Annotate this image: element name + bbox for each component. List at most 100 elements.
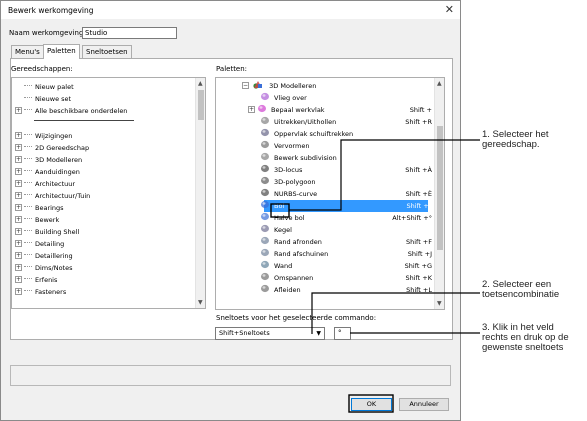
expand-icon[interactable]: + [15,156,22,163]
palettes-tree[interactable]: − 3D Modelleren Vlieg over + Bepaal werkvl… [215,77,445,310]
tool-list-item-label: Bewerk [35,216,60,224]
palette-item[interactable]: Rand afschuinen Shift +J [216,248,432,260]
expand-icon[interactable]: + [15,144,22,151]
scroll-thumb[interactable] [437,126,443,250]
collapse-icon[interactable]: − [242,82,249,89]
tools-scrollbar[interactable]: ▲ ▼ [195,78,205,308]
expand-icon[interactable]: + [15,204,22,211]
palette-item[interactable]: Wand Shift +G [216,260,432,272]
palette-item[interactable]: Kegel [216,224,432,236]
shortcut-label: Sneltoets voor het geselecteerde command… [216,314,377,322]
selection-highlight [264,200,428,212]
modifier-select[interactable]: Shift+Sneltoets ▼ [215,327,325,340]
palette-item-label: Halve bol [274,214,305,222]
tree-connector [24,182,32,183]
palette-item[interactable]: 3D-locus Shift +À [216,164,432,176]
palette-item[interactable]: 3D-polygoon [216,176,432,188]
title-bar: Bewerk werkomgeving ✕ [1,1,460,19]
expand-icon[interactable]: + [248,106,255,113]
tool-list-item-label: 2D Gereedschap [35,144,90,152]
tree-connector [24,290,32,291]
expand-icon[interactable]: + [15,216,22,223]
tab-shortcuts[interactable]: Sneltoetsen [82,45,132,58]
tab-palettes[interactable]: Paletten [43,44,80,59]
palette-item-label: Oppervlak schuiftrekken [274,130,354,138]
tool-list-item[interactable]: +3D Modelleren [15,154,82,166]
expand-icon[interactable]: + [15,168,22,175]
palette-item[interactable]: Oppervlak schuiftrekken [216,128,432,140]
tool-list-item[interactable]: + Detailing [15,238,64,250]
palettes-scrollbar[interactable]: ▲ ▼ [434,78,444,309]
palette-item-shortcut: Shift +F [405,238,432,246]
palette-item[interactable]: Rand afronden Shift +F [216,236,432,248]
palette-item[interactable]: Halve bol Alt+Shift +° [216,212,432,224]
palette-item[interactable]: NURBS-curve Shift +È [216,188,432,200]
expand-icon[interactable]: + [15,192,22,199]
expand-icon[interactable]: + [15,240,22,247]
tool-list-item-label: Aanduidingen [35,168,80,176]
palette-item[interactable]: Vlieg over [216,92,432,104]
tool-list-item[interactable]: + Detaillering [15,250,73,262]
ok-button[interactable]: OK [351,398,392,411]
tree-connector [24,206,32,207]
tool-list-item-label: Detaillering [35,252,73,260]
tool-list-item[interactable]: + Bewerk [15,214,59,226]
scroll-down-icon[interactable]: ▼ [437,300,442,307]
expand-icon[interactable]: + [15,252,22,259]
expand-icon[interactable]: + [15,288,22,295]
cone-icon [260,224,270,233]
tools-list[interactable]: Nieuw palet Nieuwe set + Alle beschikbare o… [11,77,206,309]
shortcut-key-field[interactable]: ° [334,327,351,340]
palette-item[interactable]: Vervormen [216,140,432,152]
tree-connector [24,109,32,110]
palette-item-shortcut: Shift +À [405,166,432,174]
tool-list-item[interactable]: + Fasteners [15,286,66,298]
expand-icon[interactable]: + [15,180,22,187]
tool-list-item-label: Alle beschikbare onderdelen [35,107,128,115]
scroll-up-icon[interactable]: ▲ [437,80,442,87]
expand-icon[interactable]: + [15,132,22,139]
palette-item[interactable]: Afleiden Shift +L [216,284,432,296]
palette-item[interactable]: + Bepaal werkvlak Shift + [216,104,432,116]
tool-list-item[interactable]: + Erfenis [15,274,57,286]
tool-list-item[interactable]: Nieuwe set [15,93,71,105]
tool-list-item[interactable]: + Building Shell [15,226,79,238]
tool-list-item[interactable]: +2D Gereedschap [15,142,89,154]
shell-icon [260,260,270,269]
expand-icon[interactable]: + [15,276,22,283]
tool-list-item[interactable]: + Aanduidingen [15,166,80,178]
tool-list-item[interactable]: + Alle beschikbare onderdelen [15,105,127,117]
cancel-button[interactable]: Annuleer [399,398,449,411]
tool-list-item[interactable]: Nieuw palet [15,81,74,93]
palette-item-shortcut: Shift +R [405,118,432,126]
palette-item[interactable]: Bol Shift +° [216,200,432,212]
scroll-thumb[interactable] [198,90,204,120]
close-icon[interactable]: ✕ [445,3,454,16]
tab-menus[interactable]: Menu's [11,45,44,58]
scroll-up-icon[interactable]: ▲ [198,80,203,87]
tool-list-item-label: Architectuur [35,180,76,188]
chevron-down-icon: ▼ [316,330,321,337]
tree-connector [24,230,32,231]
palette-item[interactable]: Uitrekken/Uithollen Shift +R [216,116,432,128]
palette-item-label: 3D-polygoon [274,178,316,186]
locus-3d-icon [260,164,270,173]
tree-connector [24,194,32,195]
palette-item-label: Bewerk subdivision [274,154,337,162]
expand-icon[interactable]: + [15,228,22,235]
tool-list-item[interactable]: + Architectuur [15,178,75,190]
tool-list-item[interactable]: + Bearings [15,202,64,214]
palette-item[interactable]: Omspannen Shift +K [216,272,432,284]
tool-list-item[interactable]: + Dims/Notes [15,262,73,274]
palette-item[interactable]: Bewerk subdivision [216,152,432,164]
expand-icon[interactable]: + [15,107,22,114]
expand-icon[interactable]: + [15,264,22,271]
tool-list-item[interactable]: + Architectuur/Tuin [15,190,90,202]
tree-connector [24,218,32,219]
palette-item-label: NURBS-curve [274,190,318,198]
workspace-name-label: Naam werkomgeving: [9,29,86,37]
tool-list-item[interactable]: + Wijzigingen [15,130,72,142]
palette-root-3d-modelling[interactable]: − 3D Modelleren [242,80,316,92]
scroll-down-icon[interactable]: ▼ [198,299,203,306]
workspace-name-input[interactable]: Studio [82,27,177,39]
